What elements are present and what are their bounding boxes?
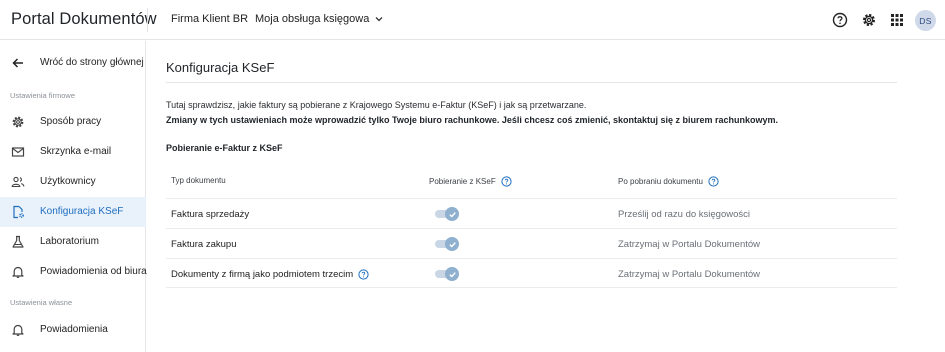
help-circle-icon[interactable] xyxy=(501,176,512,187)
intro-text: Tutaj sprawdzisz, jakie faktury są pobie… xyxy=(166,100,587,110)
chevron-down-icon xyxy=(374,14,384,24)
document-settings-icon xyxy=(11,205,25,219)
bell-icon xyxy=(11,323,25,337)
checkmark-icon xyxy=(445,267,459,281)
gear-icon xyxy=(11,115,25,129)
ksef-download-toggle[interactable] xyxy=(435,207,459,221)
section-label-company: Ustawienia firmowe xyxy=(10,91,76,100)
doc-type-label: Faktura sprzedaży xyxy=(171,209,250,220)
doc-type-label: Faktura zakupu xyxy=(171,239,237,250)
account-selector-label: Moja obsługa księgowa xyxy=(255,13,370,25)
apps-grid-icon[interactable] xyxy=(888,11,906,29)
checkmark-icon xyxy=(445,207,459,221)
back-to-home-label: Wróć do strony głównej xyxy=(40,57,144,68)
column-header-after-download: Po pobraniu dokumentu xyxy=(618,176,719,187)
avatar[interactable]: DS xyxy=(915,10,936,31)
help-circle-icon[interactable] xyxy=(708,176,719,187)
sidebar-item-email-inbox[interactable]: Skrzynka e-mail xyxy=(0,137,146,167)
ksef-download-toggle[interactable] xyxy=(435,237,459,251)
column-header-doc-type: Typ dokumentu xyxy=(171,176,226,185)
users-icon xyxy=(11,175,25,189)
header-divider xyxy=(147,8,148,32)
ksef-download-toggle[interactable] xyxy=(435,267,459,281)
flask-icon xyxy=(11,235,25,249)
sidebar-item-laboratory[interactable]: Laboratorium xyxy=(0,227,146,257)
main-content: Konfiguracja KSeF Tutaj sprawdzisz, jaki… xyxy=(147,41,945,352)
sidebar-item-notifications[interactable]: Powiadomienia xyxy=(0,315,146,345)
client-name: Firma Klient BR xyxy=(171,13,249,25)
checkmark-icon xyxy=(445,237,459,251)
column-header-label: Pobieranie z KSeF xyxy=(429,177,496,186)
account-selector[interactable]: Moja obsługa księgowa xyxy=(255,13,384,25)
doc-type-cell: Faktura sprzedaży xyxy=(171,209,249,220)
sidebar-item-users[interactable]: Użytkownicy xyxy=(0,167,146,197)
column-header-label: Po pobraniu dokumentu xyxy=(618,177,703,186)
top-bar: Portal Dokumentów Firma Klient BR Moja o… xyxy=(0,0,945,40)
gear-icon[interactable] xyxy=(860,11,878,29)
help-circle-icon[interactable] xyxy=(358,269,369,280)
sidebar-item-label: Powiadomienia od biura xyxy=(40,266,147,277)
table-row: Faktura sprzedaży Prześlij od razu do ks… xyxy=(166,198,897,228)
section-label-own: Ustawienia własne xyxy=(10,298,73,307)
sidebar-item-label: Laboratorium xyxy=(40,236,99,247)
sidebar-item-office-notifications[interactable]: Powiadomienia od biura xyxy=(0,257,147,287)
page-title: Konfiguracja KSeF xyxy=(166,60,275,75)
doc-type-label: Dokumenty z firmą jako podmiotem trzecim xyxy=(171,269,354,280)
after-download-value: Prześlij od razu do księgowości xyxy=(618,209,751,220)
intro-notice: Zmiany w tych ustawieniach może wprowadz… xyxy=(166,115,779,125)
sidebar-item-label: Użytkownicy xyxy=(40,176,96,187)
after-download-value: Zatrzymaj w Portalu Dokumentów xyxy=(618,269,761,280)
sidebar-item-ksef-config[interactable]: Konfiguracja KSeF xyxy=(0,197,146,227)
app-title[interactable]: Portal Dokumentów xyxy=(11,10,157,29)
doc-type-cell: Faktura zakupu xyxy=(171,239,236,250)
column-header-download: Pobieranie z KSeF xyxy=(429,176,512,187)
column-header-label: Typ dokumentu xyxy=(171,176,226,185)
mail-icon xyxy=(11,145,25,159)
sidebar-item-work-mode[interactable]: Sposób pracy xyxy=(0,107,146,137)
doc-type-cell: Dokumenty z firmą jako podmiotem trzecim xyxy=(171,269,369,280)
sidebar-item-label: Powiadomienia xyxy=(40,324,108,335)
bell-icon xyxy=(11,265,25,279)
table-row: Faktura zakupu Zatrzymaj w Portalu Dokum… xyxy=(166,228,897,258)
table-row: Dokumenty z firmą jako podmiotem trzecim… xyxy=(166,258,897,288)
section-title: Pobieranie e-Faktur z KSeF xyxy=(166,143,283,153)
title-divider xyxy=(166,82,897,83)
sidebar-item-label: Skrzynka e-mail xyxy=(40,146,112,157)
sidebar: Wróć do strony głównej Ustawienia firmow… xyxy=(0,41,147,352)
back-to-home-link[interactable]: Wróć do strony głównej xyxy=(0,49,146,77)
arrow-left-icon xyxy=(11,56,25,70)
sidebar-item-label: Konfiguracja KSeF xyxy=(40,206,124,217)
sidebar-item-label: Sposób pracy xyxy=(40,116,102,127)
help-circle-icon[interactable] xyxy=(831,11,849,29)
after-download-value: Zatrzymaj w Portalu Dokumentów xyxy=(618,239,761,250)
